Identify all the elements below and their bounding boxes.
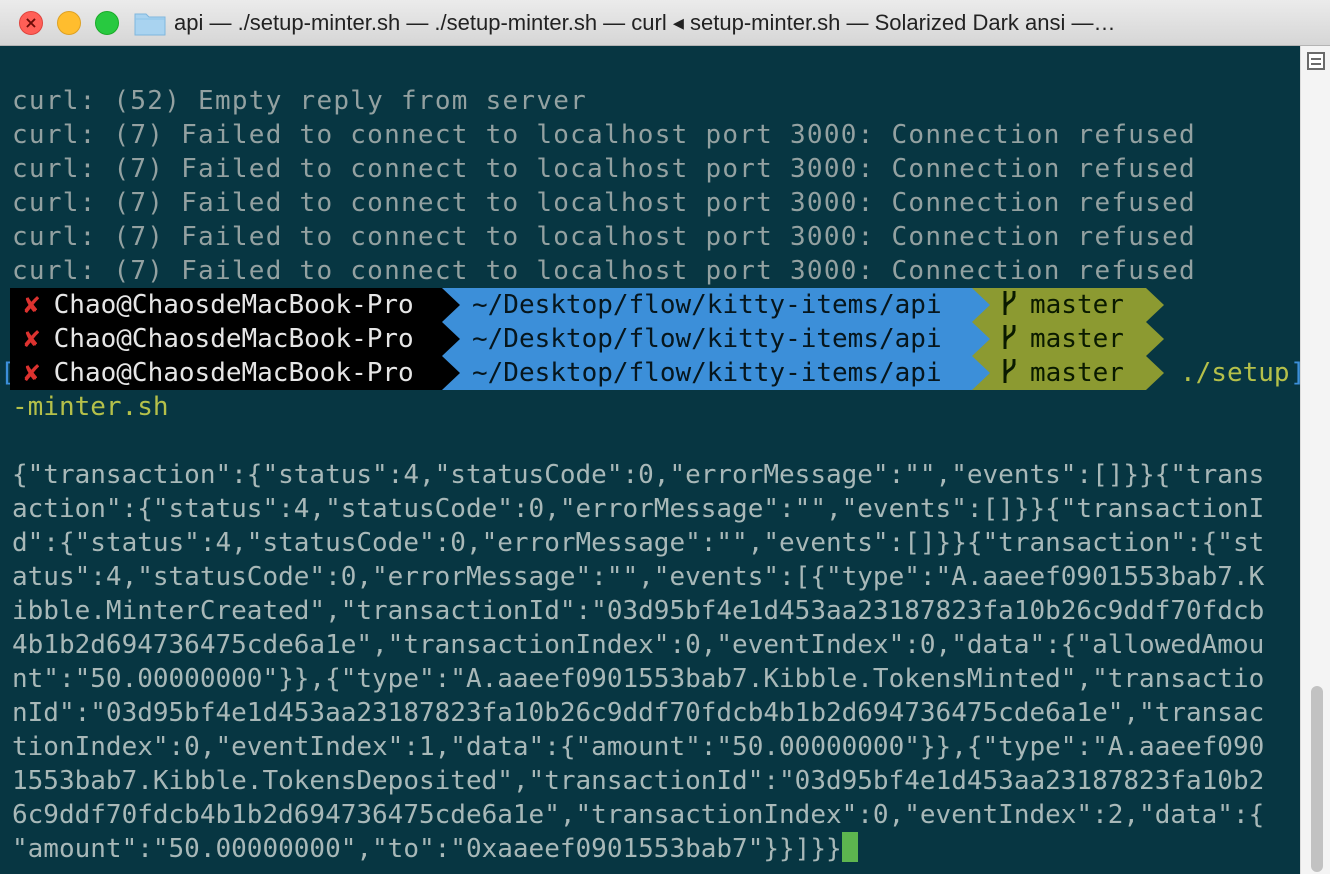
json-output-line: nId":"03d95bf4e1d453aa23187823fa10b26c9d… xyxy=(12,698,1265,728)
segment-separator xyxy=(972,356,990,390)
json-output-last-line: "amount":"50.00000000","to":"0xaaeef0901… xyxy=(12,832,858,866)
prompt-git-segment: master xyxy=(972,322,1146,356)
vertical-scrollbar[interactable] xyxy=(1300,46,1330,874)
prompt-user-segment: ✘ Chao@ChaosdeMacBook-Pro xyxy=(10,322,442,356)
prompt-git-segment: master xyxy=(972,288,1146,322)
split-pane-icon[interactable] xyxy=(1307,52,1325,70)
error-status-icon: ✘ xyxy=(24,324,40,354)
prompt-path-segment: ~/Desktop/flow/kitty-items/api xyxy=(442,288,972,322)
segment-separator xyxy=(1146,356,1164,390)
json-output-line: ibble.MinterCreated","transactionId":"03… xyxy=(12,596,1265,626)
prompt-user-segment: ✘ Chao@ChaosdeMacBook-Pro xyxy=(10,288,442,322)
json-output-line: action":{"status":4,"statusCode":0,"erro… xyxy=(12,494,1265,524)
error-status-icon: ✘ xyxy=(24,358,40,388)
zoom-button[interactable] xyxy=(95,11,119,35)
command-continuation: -minter.sh xyxy=(12,392,169,422)
output-line: curl: (7) Failed to connect to localhost… xyxy=(12,188,1196,218)
close-button[interactable]: × xyxy=(19,11,43,35)
output-line: curl: (7) Failed to connect to localhost… xyxy=(12,154,1196,184)
json-output-line: nt":"50.00000000"}},{"type":"A.aaeef0901… xyxy=(12,664,1265,694)
terminal-window: × api — ./setup-minter.sh — ./setup-mint… xyxy=(0,0,1330,874)
prompt-user-segment: ✘ Chao@ChaosdeMacBook-Pro xyxy=(10,356,442,390)
json-output-line: 4b1b2d694736475cde6a1e","transactionInde… xyxy=(12,630,1265,660)
close-icon: × xyxy=(24,13,38,32)
folder-icon xyxy=(134,13,166,36)
json-output-text: "amount":"50.00000000","to":"0xaaeef0901… xyxy=(12,834,842,864)
shell-prompt: [ ✘ Chao@ChaosdeMacBook-Pro ~/Desktop/flo… xyxy=(0,356,1300,390)
text-cursor xyxy=(841,832,858,862)
json-output-line: tionIndex":0,"eventIndex":1,"data":{"amo… xyxy=(12,732,1265,762)
command-text: ./setup xyxy=(1180,358,1290,388)
prompt-branch: master xyxy=(1030,358,1124,388)
json-output-line: d":{"status":4,"statusCode":0,"errorMess… xyxy=(12,528,1265,558)
prompt-user: Chao@ChaosdeMacBook-Pro xyxy=(53,290,414,320)
output-line: curl: (7) Failed to connect to localhost… xyxy=(12,222,1196,252)
prompt-user: Chao@ChaosdeMacBook-Pro xyxy=(53,324,414,354)
json-output-line: 6c9ddf70fdcb4b1b2d694736475cde6a1e","tra… xyxy=(12,800,1265,830)
shell-prompt: ✘ Chao@ChaosdeMacBook-Pro ~/Desktop/flow/… xyxy=(10,288,1300,322)
prompt-branch: master xyxy=(1030,324,1124,354)
json-output-line: {"transaction":{"status":4,"statusCode":… xyxy=(12,460,1265,490)
segment-separator xyxy=(442,356,460,390)
json-output-line: 1553bab7.Kibble.TokensDeposited","transa… xyxy=(12,766,1265,796)
prompt-user: Chao@ChaosdeMacBook-Pro xyxy=(53,358,414,388)
bracket-right: ] xyxy=(1290,356,1300,390)
segment-separator xyxy=(1146,288,1164,322)
segment-separator xyxy=(442,288,460,322)
shell-prompt: ✘ Chao@ChaosdeMacBook-Pro ~/Desktop/flow/… xyxy=(10,322,1300,356)
output-line: curl: (52) Empty reply from server xyxy=(12,86,588,116)
prompt-branch: master xyxy=(1030,290,1124,320)
prompt-path-segment: ~/Desktop/flow/kitty-items/api xyxy=(442,322,972,356)
json-output-line: atus":4,"statusCode":0,"errorMessage":""… xyxy=(12,562,1265,592)
terminal-output[interactable]: curl: (52) Empty reply from server curl:… xyxy=(0,46,1300,874)
window-title: api — ./setup-minter.sh — ./setup-minter… xyxy=(174,10,1116,35)
segment-separator xyxy=(972,322,990,356)
output-line: curl: (7) Failed to connect to localhost… xyxy=(12,120,1196,150)
branch-icon xyxy=(1003,359,1016,383)
branch-icon xyxy=(1003,291,1016,315)
segment-separator xyxy=(972,288,990,322)
segment-separator xyxy=(1146,322,1164,356)
output-line: curl: (7) Failed to connect to localhost… xyxy=(12,256,1196,286)
prompt-git-segment: master xyxy=(972,356,1146,390)
scroll-thumb[interactable] xyxy=(1311,686,1323,872)
title-bar[interactable]: × api — ./setup-minter.sh — ./setup-mint… xyxy=(0,0,1330,46)
prompt-path-segment: ~/Desktop/flow/kitty-items/api xyxy=(442,356,972,390)
branch-icon xyxy=(1003,325,1016,349)
segment-separator xyxy=(442,322,460,356)
error-status-icon: ✘ xyxy=(24,290,40,320)
minimize-button[interactable] xyxy=(57,11,81,35)
